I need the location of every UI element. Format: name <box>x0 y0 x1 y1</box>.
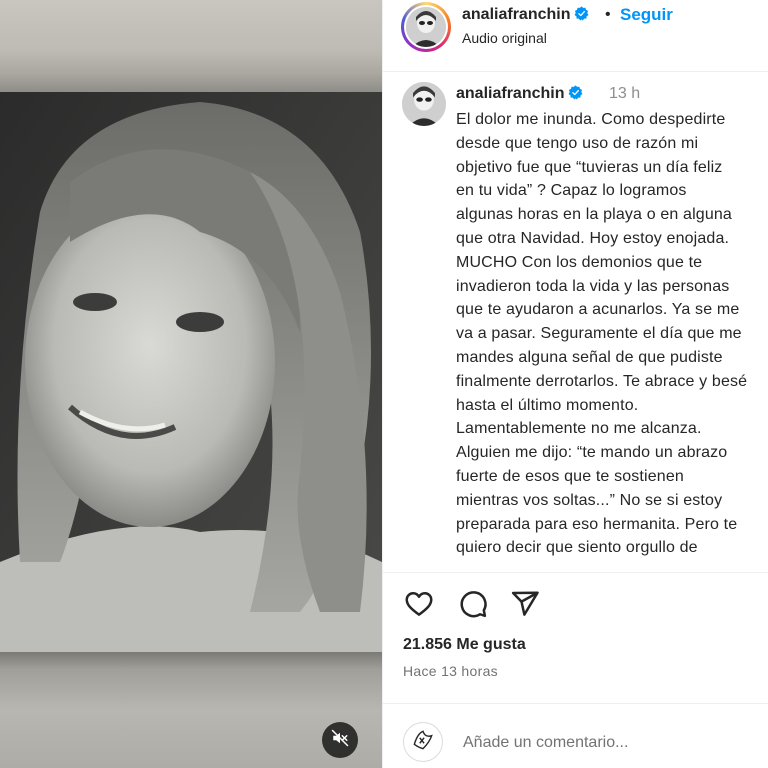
comment-icon <box>458 589 488 624</box>
comment-divider <box>383 703 768 704</box>
post-media[interactable] <box>0 0 382 768</box>
header-username-text[interactable]: analiafranchin <box>462 6 570 23</box>
header-username[interactable]: analiafranchin <box>462 6 589 24</box>
post-date: Hace 13 horas <box>403 663 498 679</box>
speaker-muted-icon <box>331 729 349 752</box>
caption-area[interactable]: analiafranchin 13 h El dolor me inunda. … <box>383 72 768 572</box>
emoji-icon <box>410 727 436 758</box>
audio-link[interactable]: Audio original <box>462 30 547 46</box>
header-separator: • <box>605 6 611 23</box>
photo-frame-top <box>0 0 382 92</box>
comment-button[interactable] <box>457 590 489 622</box>
header-avatar[interactable] <box>401 2 451 52</box>
actions-divider <box>383 572 768 573</box>
paper-plane-icon <box>510 589 540 624</box>
post-photo <box>0 92 382 652</box>
follow-button[interactable]: Seguir <box>620 5 673 25</box>
like-button[interactable] <box>403 590 435 622</box>
post-sidebar: analiafranchin • Seguir Audio original a… <box>383 0 768 768</box>
caption-text: El dolor me inunda. Como despedirte desd… <box>456 111 748 557</box>
post-header: analiafranchin • Seguir Audio original <box>383 0 768 72</box>
comment-input[interactable] <box>463 728 753 758</box>
caption-username[interactable]: analiafranchin <box>456 85 583 103</box>
share-button[interactable] <box>509 590 541 622</box>
caption-avatar[interactable] <box>402 82 446 126</box>
heart-icon <box>404 589 434 624</box>
caption-timestamp[interactable]: 13 h <box>609 85 640 103</box>
emoji-button[interactable] <box>403 722 443 762</box>
likes-count[interactable]: 21.856 Me gusta <box>403 636 526 654</box>
mute-button[interactable] <box>322 722 358 758</box>
caption-username-text[interactable]: analiafranchin <box>456 85 564 102</box>
verified-badge-icon <box>569 85 583 100</box>
verified-badge-icon <box>575 6 589 21</box>
